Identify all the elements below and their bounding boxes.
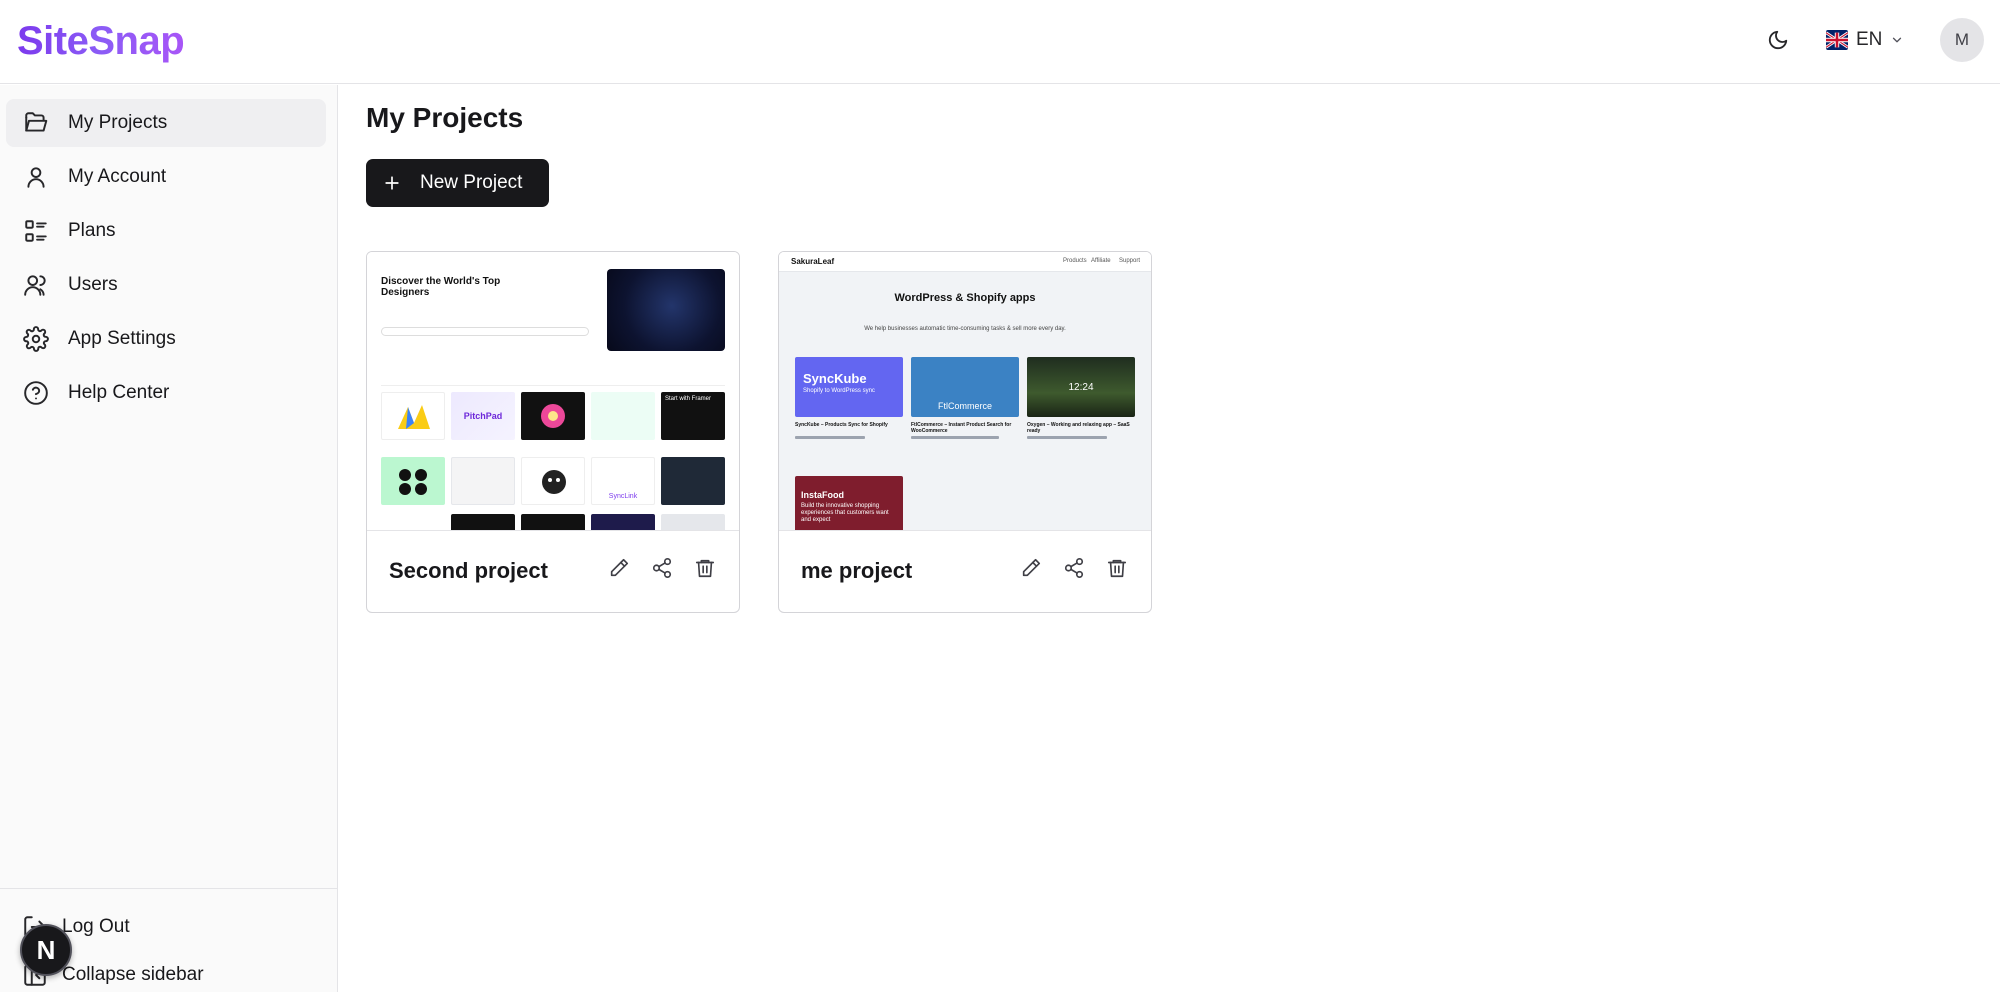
chevron-down-icon xyxy=(1893,37,1902,43)
moon-icon xyxy=(1768,30,1788,50)
logout-label: Log Out xyxy=(62,916,130,937)
project-card[interactable]: SakuraLeaf Products Affiliate Support Wo… xyxy=(778,251,1152,613)
thumbnail-caption: Oxygen – Working and relaxing app – SaaS… xyxy=(1027,422,1130,434)
sidebar-item-label: App Settings xyxy=(68,328,176,349)
trash-icon xyxy=(695,559,715,578)
thumbnail-tile xyxy=(521,514,585,530)
new-project-label: New Project xyxy=(420,172,523,193)
sidebar-item-label: My Projects xyxy=(68,112,168,133)
user-icon xyxy=(22,163,50,191)
thumbnail-tile: Start with Framer xyxy=(661,392,725,440)
pencil-icon xyxy=(610,558,629,577)
project-actions xyxy=(607,556,717,580)
help-circle-icon xyxy=(22,379,50,407)
sidebar-item-help-center[interactable]: Help Center xyxy=(6,369,326,417)
app-logo[interactable]: SiteSnap xyxy=(17,16,185,66)
thumbnail-caption: SyncKube – Products Sync for Shopify xyxy=(795,422,888,428)
project-thumbnail[interactable]: Discover the World's Top Designers Pitch… xyxy=(367,252,739,531)
users-icon xyxy=(22,271,50,299)
thumbnail-tile xyxy=(381,457,445,505)
share-project-button[interactable] xyxy=(1062,556,1086,580)
thumbnail-tile-title: SyncKube xyxy=(803,371,867,386)
pencil-icon xyxy=(1022,558,1041,577)
thumbnail-tile: SyncLink xyxy=(591,457,655,505)
thumbnail-filter-row xyxy=(381,380,725,386)
language-selector[interactable]: EN xyxy=(1826,22,1904,58)
thumbnail-tile: PitchPad xyxy=(451,392,515,440)
thumbnail-nav-link: Affiliate xyxy=(1091,258,1111,264)
thumbnail-headline: WordPress & Shopify apps xyxy=(894,292,1036,304)
thumbnail-subline: We help businesses automatic time-consum… xyxy=(864,326,1066,332)
thumbnail-hero-image xyxy=(607,269,725,351)
sidebar-item-label: Help Center xyxy=(68,382,170,403)
sidebar-item-label: Users xyxy=(68,274,118,295)
list-grid-icon xyxy=(22,217,50,245)
thumbnail-tile: 12:24 xyxy=(1027,357,1135,417)
language-code: EN xyxy=(1856,29,1883,50)
thumbnail-tile-title: InstaFood xyxy=(801,490,844,500)
thumbnail-tile-subtitle: Build the innovative shopping experience… xyxy=(801,503,889,523)
n-badge-button[interactable]: N xyxy=(20,924,72,976)
thumbnail-nav-link: Products xyxy=(1063,258,1087,264)
sidebar-item-label: My Account xyxy=(68,166,167,187)
thumbnail-tile xyxy=(591,392,655,440)
sidebar-item-my-projects[interactable]: My Projects xyxy=(6,99,326,147)
thumbnail-tile: SyncKube Shopify to WordPress sync xyxy=(795,357,903,417)
thumbnail-navbar: SakuraLeaf Products Affiliate Support xyxy=(779,252,1151,272)
thumbnail-tile xyxy=(661,457,725,505)
thumbnail-tile xyxy=(451,457,515,505)
thumbnail-tile xyxy=(521,392,585,440)
sidebar-item-label: Plans xyxy=(68,220,116,241)
thumbnail-tile xyxy=(591,514,655,530)
share-icon xyxy=(1064,558,1084,578)
thumbnail-tile xyxy=(521,457,585,505)
sidebar: My Projects My Account Plans Users App S… xyxy=(0,85,338,992)
gear-icon xyxy=(22,325,50,353)
sidebar-item-users[interactable]: Users xyxy=(6,261,326,309)
delete-project-button[interactable] xyxy=(693,556,717,580)
thumbnail-nav-link: Support xyxy=(1119,258,1141,264)
theme-toggle-button[interactable] xyxy=(1762,24,1794,56)
folder-open-icon xyxy=(22,109,50,137)
share-project-button[interactable] xyxy=(650,556,674,580)
thumbnail-search-bar xyxy=(381,327,589,336)
project-name: Second project xyxy=(389,558,548,583)
thumbnail-caption: FtlCommerce – Instant Product Search for… xyxy=(911,422,1012,434)
edit-project-button[interactable] xyxy=(1019,556,1043,580)
collapse-sidebar-label: Collapse sidebar xyxy=(62,964,204,985)
delete-project-button[interactable] xyxy=(1105,556,1129,580)
uk-flag-icon xyxy=(1826,30,1848,50)
sidebar-item-app-settings[interactable]: App Settings xyxy=(6,315,326,363)
thumbnail-tile: FtlCommerce xyxy=(911,357,1019,417)
user-avatar[interactable]: M xyxy=(1940,18,1984,62)
project-actions xyxy=(1019,556,1129,580)
top-header: SiteSnap EN M xyxy=(0,0,2000,84)
thumbnail-caption-line xyxy=(911,436,999,439)
new-project-button[interactable]: New Project xyxy=(366,159,549,207)
page-title: My Projects xyxy=(366,102,524,133)
thumbnail-headline: Discover the World's Top Designers xyxy=(381,276,501,298)
thumbnail-caption-line xyxy=(795,436,865,439)
thumbnail-tile xyxy=(661,514,725,530)
thumbnail-brand: SakuraLeaf xyxy=(791,257,835,266)
thumbnail-tile xyxy=(451,514,515,530)
thumbnail-caption-line xyxy=(1027,436,1107,439)
thumbnail-tile xyxy=(381,392,445,440)
plus-icon xyxy=(385,176,399,190)
project-name: me project xyxy=(801,558,913,583)
sidebar-item-my-account[interactable]: My Account xyxy=(6,153,326,201)
thumbnail-tile-subtitle: Shopify to WordPress sync xyxy=(803,388,875,394)
project-thumbnail[interactable]: SakuraLeaf Products Affiliate Support Wo… xyxy=(779,252,1151,531)
trash-icon xyxy=(1107,559,1127,578)
share-icon xyxy=(652,558,672,578)
sidebar-item-plans[interactable]: Plans xyxy=(6,207,326,255)
thumbnail-tile: InstaFood Build the innovative shopping … xyxy=(795,476,903,530)
project-card[interactable]: Discover the World's Top Designers Pitch… xyxy=(366,251,740,613)
edit-project-button[interactable] xyxy=(607,556,631,580)
